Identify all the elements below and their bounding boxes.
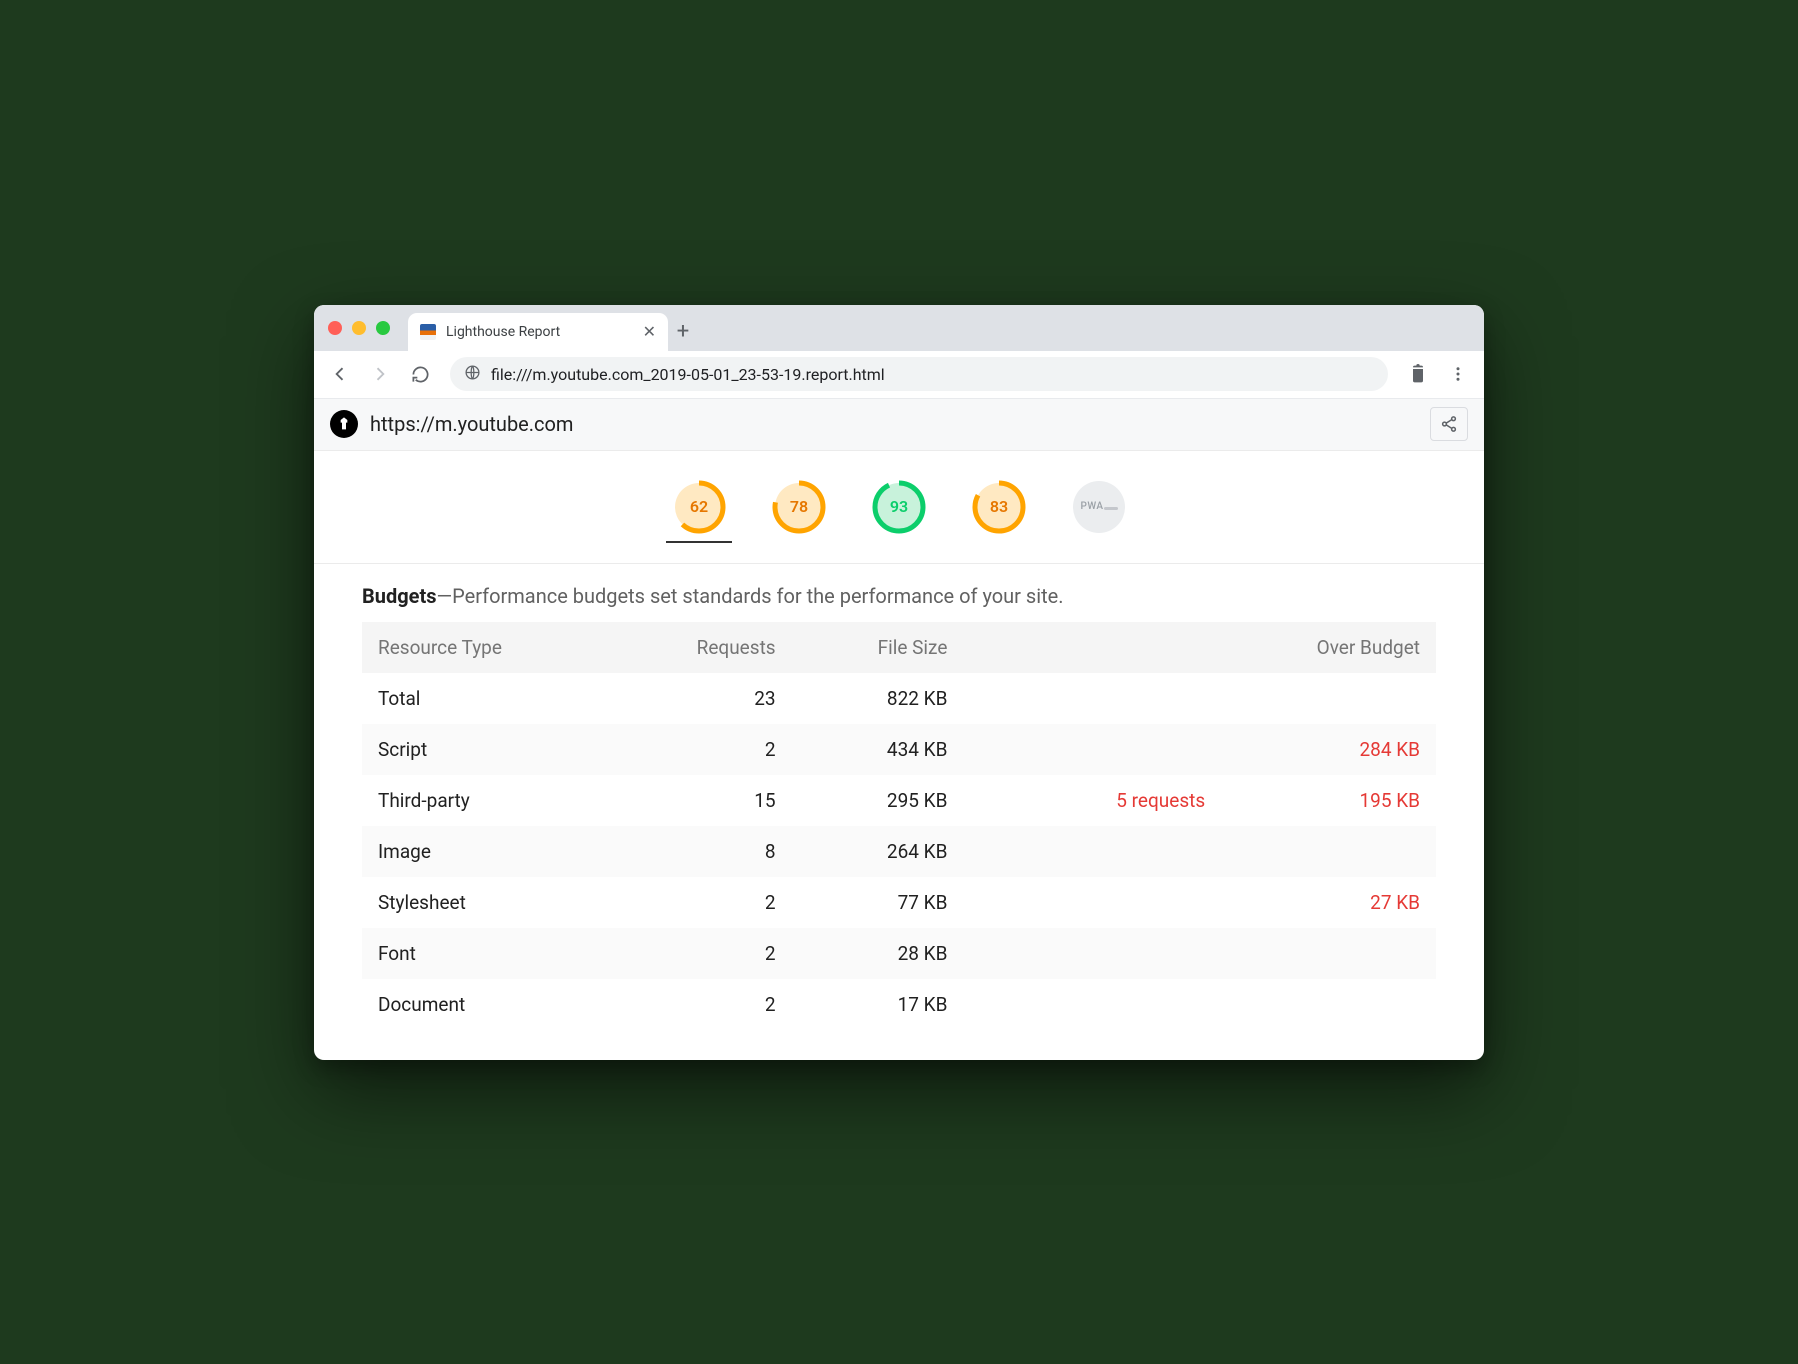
tab-strip: Lighthouse Report ✕ + [314,305,1484,351]
gauge-score: 93 [871,479,927,535]
cell-over-budget [1221,979,1436,1030]
col-resource-type: Resource Type [362,622,641,673]
col-file-size: File Size [792,622,964,673]
cell-size: 17 KB [792,979,964,1030]
cell-over-budget: 27 KB [1221,877,1436,928]
zoom-window-icon[interactable] [376,321,390,335]
cell-requests: 2 [641,724,791,775]
cell-type: Third-party [362,775,641,826]
cell-over-mid [963,928,1221,979]
more-menu-icon[interactable] [1442,358,1474,390]
reload-button[interactable] [404,358,436,390]
gauge-1[interactable]: 78 [766,479,832,543]
back-button[interactable] [324,358,356,390]
cell-over-mid [963,877,1221,928]
cell-over-mid: 5 requests [963,775,1221,826]
browser-toolbar: file:///m.youtube.com_2019-05-01_23-53-1… [314,351,1484,399]
cell-over-budget [1221,928,1436,979]
col-requests: Requests [641,622,791,673]
budgets-desc-text: —Performance budgets set standards for t… [437,584,1064,608]
cell-type: Image [362,826,641,877]
cell-type: Stylesheet [362,877,641,928]
gauge-0[interactable]: 62 [666,479,732,543]
share-button[interactable] [1430,407,1468,441]
cell-requests: 2 [641,877,791,928]
cell-size: 434 KB [792,724,964,775]
cell-type: Font [362,928,641,979]
close-tab-icon[interactable]: ✕ [643,322,656,341]
table-row: Script2434 KB 284 KB [362,724,1436,775]
browser-tab[interactable]: Lighthouse Report ✕ [408,313,668,351]
clipboard-icon[interactable] [1402,358,1434,390]
budgets-tbody: Total23822 KBScript2434 KB284 KBThird-pa… [362,673,1436,1030]
gauge-3[interactable]: 83 [966,479,1032,543]
report-url: https://m.youtube.com [370,412,573,436]
cell-over-budget [1221,826,1436,877]
report-header: https://m.youtube.com [314,399,1484,451]
cell-over-mid [963,979,1221,1030]
table-row: Font228 KB [362,928,1436,979]
cell-size: 295 KB [792,775,964,826]
forward-button[interactable] [364,358,396,390]
cell-size: 822 KB [792,673,964,724]
cell-requests: 2 [641,979,791,1030]
cell-size: 264 KB [792,826,964,877]
cell-over-budget [1221,673,1436,724]
cell-requests: 8 [641,826,791,877]
table-row: Third-party15295 KB5 requests195 KB [362,775,1436,826]
browser-window: Lighthouse Report ✕ + file:///m.youtube.… [314,305,1484,1060]
budgets-title: Budgets [362,584,437,608]
budgets-description: Budgets—Performance budgets set standard… [362,584,1436,608]
address-text: file:///m.youtube.com_2019-05-01_23-53-1… [491,365,885,384]
lighthouse-logo-icon [330,410,358,438]
budgets-section: Budgets—Performance budgets set standard… [314,564,1484,1060]
globe-icon [464,364,481,385]
new-tab-button[interactable]: + [668,313,698,351]
cell-over-mid [963,673,1221,724]
gauge-pwa[interactable]: PWA [1066,479,1132,543]
close-window-icon[interactable] [328,321,342,335]
table-row: Document217 KB [362,979,1436,1030]
cell-requests: 2 [641,928,791,979]
table-row: Image8264 KB [362,826,1436,877]
cell-over-mid [963,826,1221,877]
table-row: Total23822 KB [362,673,1436,724]
cell-requests: 23 [641,673,791,724]
cell-type: Document [362,979,641,1030]
col-over-budget: Over Budget [1221,622,1436,673]
col-over-mid [963,622,1221,673]
address-bar[interactable]: file:///m.youtube.com_2019-05-01_23-53-1… [450,357,1388,391]
cell-size: 77 KB [792,877,964,928]
lighthouse-favicon-icon [420,324,436,340]
gauge-2[interactable]: 93 [866,479,932,543]
minimize-window-icon[interactable] [352,321,366,335]
score-gauges: 62 78 93 83 PWA [314,451,1484,564]
gauge-score: 83 [971,479,1027,535]
cell-over-budget: 284 KB [1221,724,1436,775]
table-header-row: Resource Type Requests File Size Over Bu… [362,622,1436,673]
gauge-score: 62 [671,479,727,535]
cell-requests: 15 [641,775,791,826]
window-controls [328,305,408,351]
table-row: Stylesheet277 KB 27 KB [362,877,1436,928]
cell-over-mid [963,724,1221,775]
gauge-score: 78 [771,479,827,535]
cell-size: 28 KB [792,928,964,979]
pwa-label: PWA [1071,479,1127,535]
budgets-table: Resource Type Requests File Size Over Bu… [362,622,1436,1030]
cell-type: Total [362,673,641,724]
cell-over-budget: 195 KB [1221,775,1436,826]
cell-type: Script [362,724,641,775]
tab-title: Lighthouse Report [446,324,560,340]
